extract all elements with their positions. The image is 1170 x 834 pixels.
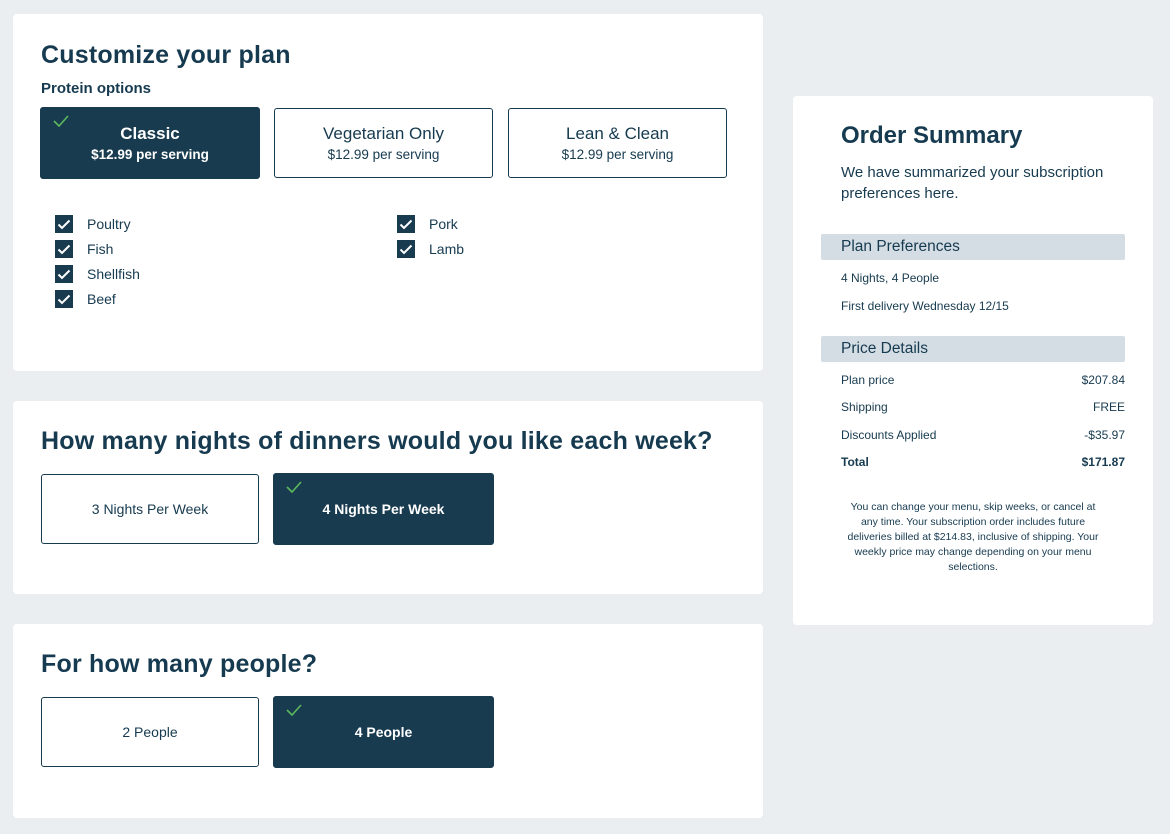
customize-plan-title: Customize your plan (41, 41, 291, 69)
checkbox-label: Poultry (87, 216, 131, 232)
protein-checkbox-shellfish[interactable]: Shellfish (55, 264, 140, 284)
checkbox-checked-icon (55, 265, 73, 283)
option-title: Vegetarian Only (323, 124, 444, 143)
checkbox-label: Shellfish (87, 266, 140, 282)
option-label: 4 Nights Per Week (322, 501, 445, 517)
order-summary-title: Order Summary (841, 122, 1023, 149)
people-question-title: For how many people? (41, 650, 318, 678)
option-label: 2 People (122, 724, 178, 740)
plan-preferences-line: 4 Nights, 4 People (841, 271, 940, 285)
price-row-discounts: Discounts Applied -$35.97 (841, 428, 1125, 442)
checkmark-icon (53, 115, 69, 127)
checkmark-icon (286, 481, 302, 493)
checkmark-icon (286, 704, 302, 716)
protein-checkbox-poultry[interactable]: Poultry (55, 214, 131, 234)
nights-question-title: How many nights of dinners would you lik… (41, 427, 713, 455)
people-option-4[interactable]: 4 People (273, 696, 494, 768)
price-value: $171.87 (1081, 455, 1125, 469)
price-value: $207.84 (1081, 373, 1125, 387)
protein-options-label: Protein options (41, 80, 151, 97)
protein-checkbox-fish[interactable]: Fish (55, 239, 113, 259)
price-value: -$35.97 (1084, 428, 1125, 442)
checkbox-label: Beef (87, 291, 116, 307)
people-count-card: For how many people? 2 People 4 People (13, 624, 763, 818)
nights-per-week-card: How many nights of dinners would you lik… (13, 401, 763, 594)
checkbox-label: Fish (87, 241, 114, 257)
checkbox-checked-icon (55, 240, 73, 258)
nights-option-4[interactable]: 4 Nights Per Week (273, 473, 494, 545)
order-summary-description: We have summarized your subscription pre… (841, 164, 1104, 202)
option-title: Classic (120, 124, 180, 143)
protein-option-lean-clean[interactable]: Lean & Clean $12.99 per serving (508, 108, 727, 178)
price-label: Total (841, 455, 869, 469)
checkbox-checked-icon (397, 215, 415, 233)
customize-plan-card: Customize your plan Protein options Clas… (13, 14, 763, 371)
price-label: Discounts Applied (841, 428, 937, 442)
option-price: $12.99 per serving (91, 147, 209, 162)
first-delivery-line: First delivery Wednesday 12/15 (841, 299, 1009, 313)
subscription-disclaimer: You can change your menu, skip weeks, or… (847, 501, 1099, 573)
price-row-total: Total $171.87 (841, 455, 1125, 469)
plan-preferences-heading: Plan Preferences (821, 234, 1125, 260)
protein-option-vegetarian[interactable]: Vegetarian Only $12.99 per serving (274, 108, 493, 178)
checkbox-checked-icon (55, 215, 73, 233)
price-details-heading: Price Details (821, 336, 1125, 362)
option-label: 3 Nights Per Week (91, 501, 209, 517)
price-row-shipping: Shipping FREE (841, 400, 1125, 414)
checkbox-checked-icon (55, 290, 73, 308)
option-price: $12.99 per serving (327, 147, 440, 162)
price-label: Plan price (841, 373, 895, 387)
price-value: FREE (1092, 400, 1125, 414)
nights-option-3[interactable]: 3 Nights Per Week (41, 474, 259, 544)
checkbox-checked-icon (397, 240, 415, 258)
option-title: Lean & Clean (565, 124, 670, 143)
checkbox-label: Pork (429, 216, 458, 232)
order-summary-panel: Order Summary We have summarized your su… (793, 96, 1153, 625)
price-label: Shipping (841, 400, 888, 414)
protein-checkbox-lamb[interactable]: Lamb (397, 239, 464, 259)
price-row-plan-price: Plan price $207.84 (841, 373, 1125, 387)
protein-checkbox-beef[interactable]: Beef (55, 289, 116, 309)
checkbox-label: Lamb (429, 241, 465, 257)
people-option-2[interactable]: 2 People (41, 697, 259, 767)
option-price: $12.99 per serving (561, 147, 674, 162)
protein-checkbox-pork[interactable]: Pork (397, 214, 458, 234)
protein-option-classic[interactable]: Classic $12.99 per serving (40, 107, 260, 179)
option-label: 4 People (354, 724, 413, 740)
